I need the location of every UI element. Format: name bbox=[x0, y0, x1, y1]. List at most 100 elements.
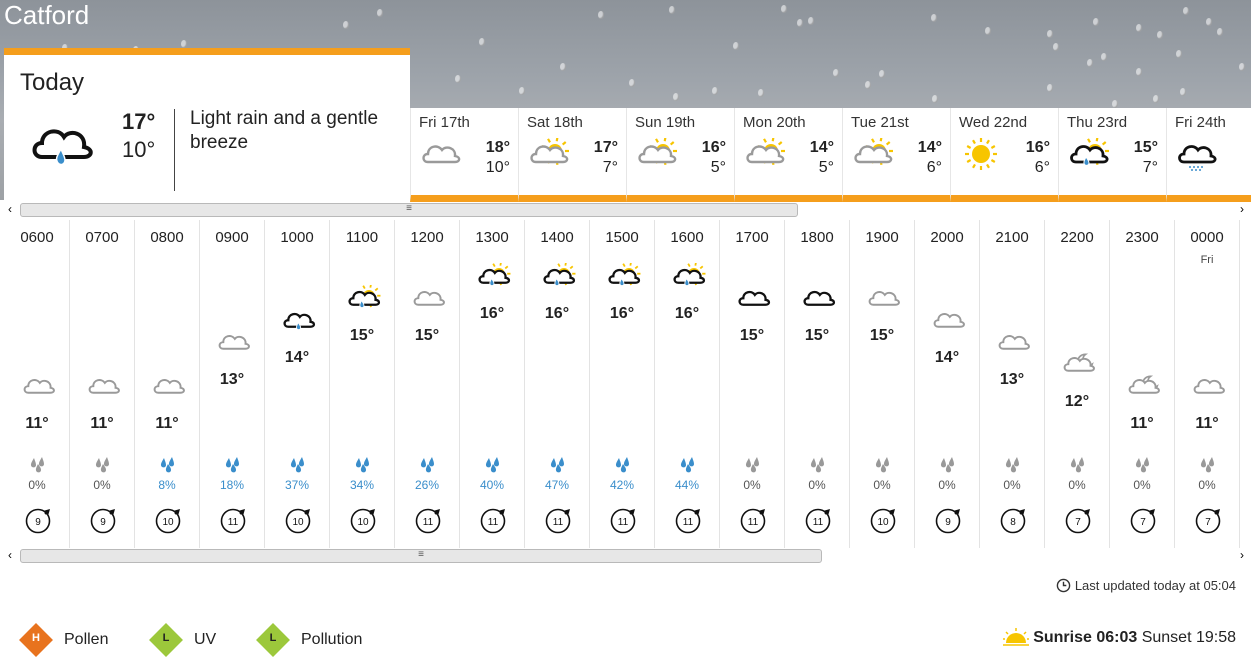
day-name: Mon 20th bbox=[743, 114, 806, 131]
hour-column[interactable]: 1500 16° 42% 11 bbox=[590, 220, 655, 548]
rain-sun-icon bbox=[669, 262, 709, 291]
today-description: Light rain and a gentle breeze bbox=[190, 108, 379, 153]
hour-time: 2200 bbox=[1060, 229, 1094, 246]
scroll-right-icon[interactable]: › bbox=[1240, 202, 1244, 216]
hour-temp: 16° bbox=[544, 305, 570, 322]
today-card[interactable]: Today 17° 10° Light rain and a gentle br… bbox=[4, 48, 410, 202]
hour-temp: 11° bbox=[1195, 415, 1219, 432]
wind-speed: 9 bbox=[35, 517, 41, 528]
cloud-icon bbox=[149, 373, 189, 401]
day-tab[interactable]: Tue 21st 14° 6° bbox=[842, 108, 950, 202]
hour-column[interactable]: 1700 15° 0% 11 bbox=[720, 220, 785, 548]
hour-time: 1100 bbox=[345, 229, 379, 246]
hour-column[interactable]: 0000 Fri 11° 0% 7 bbox=[1175, 220, 1240, 548]
cloud-icon bbox=[419, 138, 463, 172]
wind-speed: 11 bbox=[423, 517, 434, 528]
raindrop-decoration bbox=[598, 11, 604, 19]
day-name: Sat 18th bbox=[527, 114, 583, 131]
day-min-temp: 10° bbox=[485, 159, 510, 176]
day-tab[interactable]: Thu 23rd 15° 7° bbox=[1058, 108, 1166, 202]
hour-column[interactable]: 0800 11° 8% 10 bbox=[135, 220, 200, 548]
today-title: Today bbox=[20, 69, 85, 96]
rain-drops-icon bbox=[615, 457, 629, 473]
hour-column[interactable]: 1800 15° 0% 11 bbox=[785, 220, 850, 548]
day-tab[interactable]: Mon 20th 14° 5° bbox=[734, 108, 842, 202]
wind-speed: 10 bbox=[162, 517, 174, 528]
raindrop-decoration bbox=[560, 63, 566, 71]
rain-chance: 0% bbox=[1068, 478, 1086, 492]
cloud-icon bbox=[929, 307, 969, 335]
scroll-thumb[interactable]: ≡ bbox=[20, 549, 822, 563]
day-tab[interactable]: Sun 19th 16° 5° bbox=[626, 108, 734, 202]
rain-drops-icon bbox=[485, 457, 499, 473]
wind-speed: 11 bbox=[488, 517, 499, 528]
sunrise-sunset: Sunrise 06:03 Sunset 19:58 bbox=[1003, 628, 1236, 647]
hour-time: 0900 bbox=[215, 229, 249, 246]
hour-column[interactable]: 0700 11° 0% 9 bbox=[70, 220, 135, 548]
rain-chance: 37% bbox=[284, 478, 310, 492]
hour-temp: 13° bbox=[999, 371, 1025, 388]
wind-direction-icon: 9 bbox=[90, 508, 116, 534]
rain-drops-icon bbox=[355, 457, 369, 473]
hour-column[interactable]: 2100 13° 0% 8 bbox=[980, 220, 1045, 548]
hour-temp: 15° bbox=[414, 327, 440, 344]
wind-direction-icon: 10 bbox=[350, 508, 376, 534]
hour-temp: 15° bbox=[349, 327, 375, 344]
wind-direction-icon: 11 bbox=[675, 508, 701, 534]
hour-temp: 12° bbox=[1064, 393, 1090, 410]
wind-speed: 11 bbox=[618, 517, 629, 528]
hour-temp: 15° bbox=[869, 327, 895, 344]
light-rain-icon bbox=[32, 129, 93, 166]
hour-column[interactable]: 0900 13° 18% 11 bbox=[200, 220, 265, 548]
day-tab[interactable]: Wed 22nd 16° 6° bbox=[950, 108, 1058, 202]
day-min-temp: 6° bbox=[1034, 159, 1050, 176]
scroll-right-icon[interactable]: › bbox=[1240, 548, 1244, 562]
drizzle-icon bbox=[1175, 138, 1219, 172]
cloud-icon bbox=[84, 373, 124, 401]
wind-direction-icon: 10 bbox=[155, 508, 181, 534]
day-scrollbar[interactable]: ‹ ≡ › bbox=[6, 202, 1251, 217]
hourly-scrollbar[interactable]: ‹ ≡ › bbox=[6, 548, 1251, 563]
day-min-temp: 7° bbox=[602, 159, 618, 176]
day-min-temp: 5° bbox=[818, 159, 834, 176]
raindrop-decoration bbox=[1047, 84, 1053, 92]
hour-column[interactable]: 1100 15° 34% 10 bbox=[330, 220, 395, 548]
wind-direction-icon: 11 bbox=[805, 508, 831, 534]
hour-temp: 11° bbox=[1130, 415, 1154, 432]
rain-chance: 18% bbox=[219, 478, 245, 492]
wind-speed: 11 bbox=[553, 517, 564, 528]
raindrop-decoration bbox=[377, 9, 383, 17]
hour-column[interactable]: 1600 16° 44% 11 bbox=[655, 220, 720, 548]
hour-time: 1900 bbox=[865, 229, 899, 246]
wind-speed: 11 bbox=[813, 517, 824, 528]
hour-column[interactable]: 1200 15° 26% 11 bbox=[395, 220, 460, 548]
wind-direction-icon: 7 bbox=[1065, 508, 1091, 534]
day-tab[interactable]: Fri 17th 18° 10° bbox=[410, 108, 518, 202]
hourly-forecast: 0600 11° 0% 9 0700 11° 0% 9 0800 11° 8% … bbox=[5, 220, 1251, 548]
hour-column[interactable]: 1000 14° 37% 10 bbox=[265, 220, 330, 548]
scroll-thumb[interactable]: ≡ bbox=[20, 203, 798, 217]
hour-temp: 11° bbox=[25, 415, 49, 432]
hour-column[interactable]: 0600 11° 0% 9 bbox=[5, 220, 70, 548]
scroll-left-icon[interactable]: ‹ bbox=[8, 202, 12, 216]
cloud-moon-icon bbox=[1059, 351, 1099, 379]
hour-column[interactable]: 1900 15° 0% 10 bbox=[850, 220, 915, 548]
hour-time: 2000 bbox=[930, 229, 964, 246]
hour-column[interactable]: 1400 16° 47% 11 bbox=[525, 220, 590, 548]
day-tab[interactable]: Fri 24th 1 bbox=[1166, 108, 1251, 202]
day-tab[interactable]: Sat 18th 17° 7° bbox=[518, 108, 626, 202]
hour-column[interactable]: 2300 11° 0% 7 bbox=[1110, 220, 1175, 548]
hour-column[interactable]: 1300 16° 40% 11 bbox=[460, 220, 525, 548]
hour-column[interactable]: 2000 14° 0% 9 bbox=[915, 220, 980, 548]
raindrop-decoration bbox=[932, 95, 938, 103]
scroll-left-icon[interactable]: ‹ bbox=[8, 548, 12, 562]
index-label: UV bbox=[194, 631, 217, 648]
hour-column[interactable]: 2200 12° 0% 7 bbox=[1045, 220, 1110, 548]
hour-time: 1500 bbox=[605, 229, 639, 246]
wind-speed: 7 bbox=[1140, 517, 1146, 528]
day-min-temp: 6° bbox=[926, 159, 942, 176]
cloud-moon-icon bbox=[1124, 373, 1164, 401]
rain-chance: 8% bbox=[158, 478, 176, 492]
wind-speed: 9 bbox=[945, 517, 951, 528]
no-rain-icon bbox=[30, 457, 44, 473]
